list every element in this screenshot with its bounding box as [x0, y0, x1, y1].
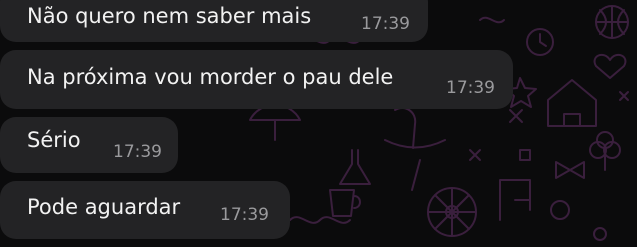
message-timestamp: 17:39 — [220, 205, 269, 225]
wheel-doodle-icon — [427, 187, 477, 237]
message-text: Sério — [27, 128, 81, 152]
message-timestamp: 17:39 — [361, 14, 410, 34]
message-bubble[interactable]: Não quero nem saber mais 17:39 — [0, 0, 428, 42]
cross-doodle-icon — [509, 109, 523, 123]
heart-doodle-icon — [593, 53, 627, 79]
message-bubble[interactable]: Na próxima vou morder o pau dele 17:39 — [0, 50, 513, 109]
clock-doodle-icon — [526, 28, 554, 56]
house-doodle-icon — [547, 79, 597, 127]
message-text: Pode aguardar — [27, 195, 181, 219]
flask-doodle-icon — [339, 149, 371, 185]
message-text: Na próxima vou morder o pau dele — [27, 65, 394, 89]
figure-doodle-icon — [384, 106, 446, 191]
clover-doodle-icon — [589, 131, 621, 171]
message-bubble[interactable]: Pode aguardar 17:39 — [0, 181, 290, 239]
message-timestamp: 17:39 — [446, 78, 495, 98]
message-timestamp: 17:39 — [113, 142, 162, 162]
ball-doodle-icon — [595, 5, 629, 39]
message-text: Não quero nem saber mais — [27, 4, 312, 28]
message-bubble[interactable]: Sério 17:39 — [0, 117, 178, 173]
